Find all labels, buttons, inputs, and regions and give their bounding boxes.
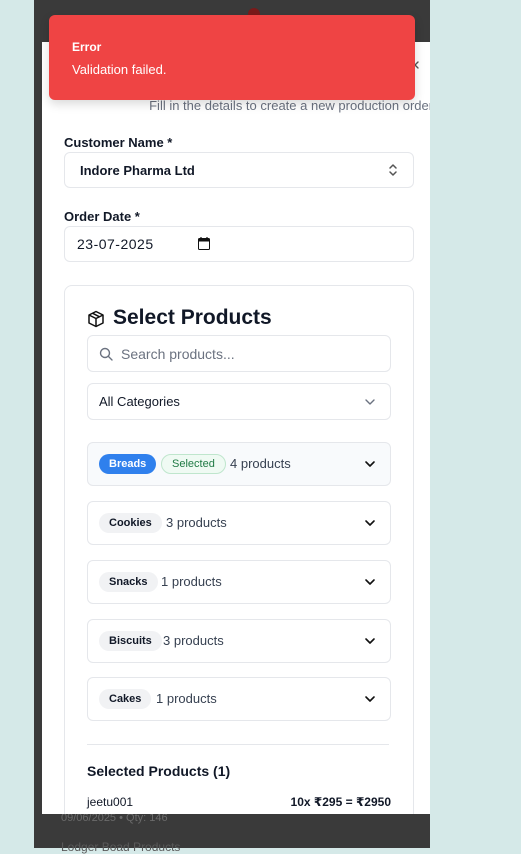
product-group-snacks[interactable]: Snacks 1 products xyxy=(87,560,391,604)
background-footer-text-2: Lodger Boad Products xyxy=(61,840,181,854)
category-pill-snacks: Snacks xyxy=(99,572,158,592)
chevron-down-icon xyxy=(365,696,375,702)
dialog-subtitle: Fill in the details to create a new prod… xyxy=(149,98,430,113)
chevron-up-down-icon xyxy=(389,164,397,176)
selected-badge: Selected xyxy=(161,454,226,474)
chevron-down-icon xyxy=(365,461,375,467)
category-pill-biscuits: Biscuits xyxy=(99,631,162,651)
selected-products-heading: Selected Products (1) xyxy=(87,763,231,779)
calendar-icon[interactable] xyxy=(198,237,210,250)
section-divider xyxy=(87,744,389,745)
product-group-cookies[interactable]: Cookies 3 products xyxy=(87,501,391,545)
chevron-down-icon xyxy=(365,579,375,585)
package-icon xyxy=(88,310,104,328)
customer-select[interactable]: Indore Pharma Ltd xyxy=(64,152,414,188)
category-select-value: All Categories xyxy=(99,394,180,409)
toast-title: Error xyxy=(72,40,102,54)
group-product-count: 3 products xyxy=(166,515,227,530)
group-product-count: 4 products xyxy=(230,456,291,471)
select-products-card: Select Products Search products... All C… xyxy=(64,285,414,814)
customer-name-label: Customer Name * xyxy=(64,135,173,150)
category-pill-breads: Breads xyxy=(99,454,157,474)
order-date-label: Order Date * xyxy=(64,209,140,224)
search-placeholder: Search products... xyxy=(121,346,235,362)
customer-select-value: Indore Pharma Ltd xyxy=(80,163,195,178)
selected-product-name: jeetu001 xyxy=(87,795,134,809)
chevron-down-icon xyxy=(365,520,375,526)
order-date-value: 23-07-2025 xyxy=(77,236,154,252)
selected-product-price: 10x ₹295 = ₹2950 xyxy=(290,795,391,809)
group-product-count: 3 products xyxy=(163,633,224,648)
category-select[interactable]: All Categories xyxy=(87,383,391,420)
create-order-dialog: Fill in the details to create a new prod… xyxy=(42,42,430,814)
product-search-input[interactable]: Search products... xyxy=(87,335,391,372)
toast-message: Validation failed. xyxy=(72,62,167,77)
error-toast[interactable]: Error Validation failed. xyxy=(49,15,415,100)
group-product-count: 1 products xyxy=(161,574,222,589)
select-products-title: Select Products xyxy=(113,306,272,329)
chevron-down-icon xyxy=(365,638,375,644)
category-pill-cookies: Cookies xyxy=(99,513,162,533)
product-group-breads[interactable]: Breads Selected 4 products xyxy=(87,442,391,486)
chevron-down-icon xyxy=(365,399,375,405)
category-pill-cakes: Cakes xyxy=(99,689,152,709)
order-date-input[interactable]: 23-07-2025 xyxy=(64,226,414,262)
group-product-count: 1 products xyxy=(156,691,217,706)
product-group-biscuits[interactable]: Biscuits 3 products xyxy=(87,619,391,663)
search-icon xyxy=(99,347,113,361)
product-group-cakes[interactable]: Cakes 1 products xyxy=(87,677,391,721)
